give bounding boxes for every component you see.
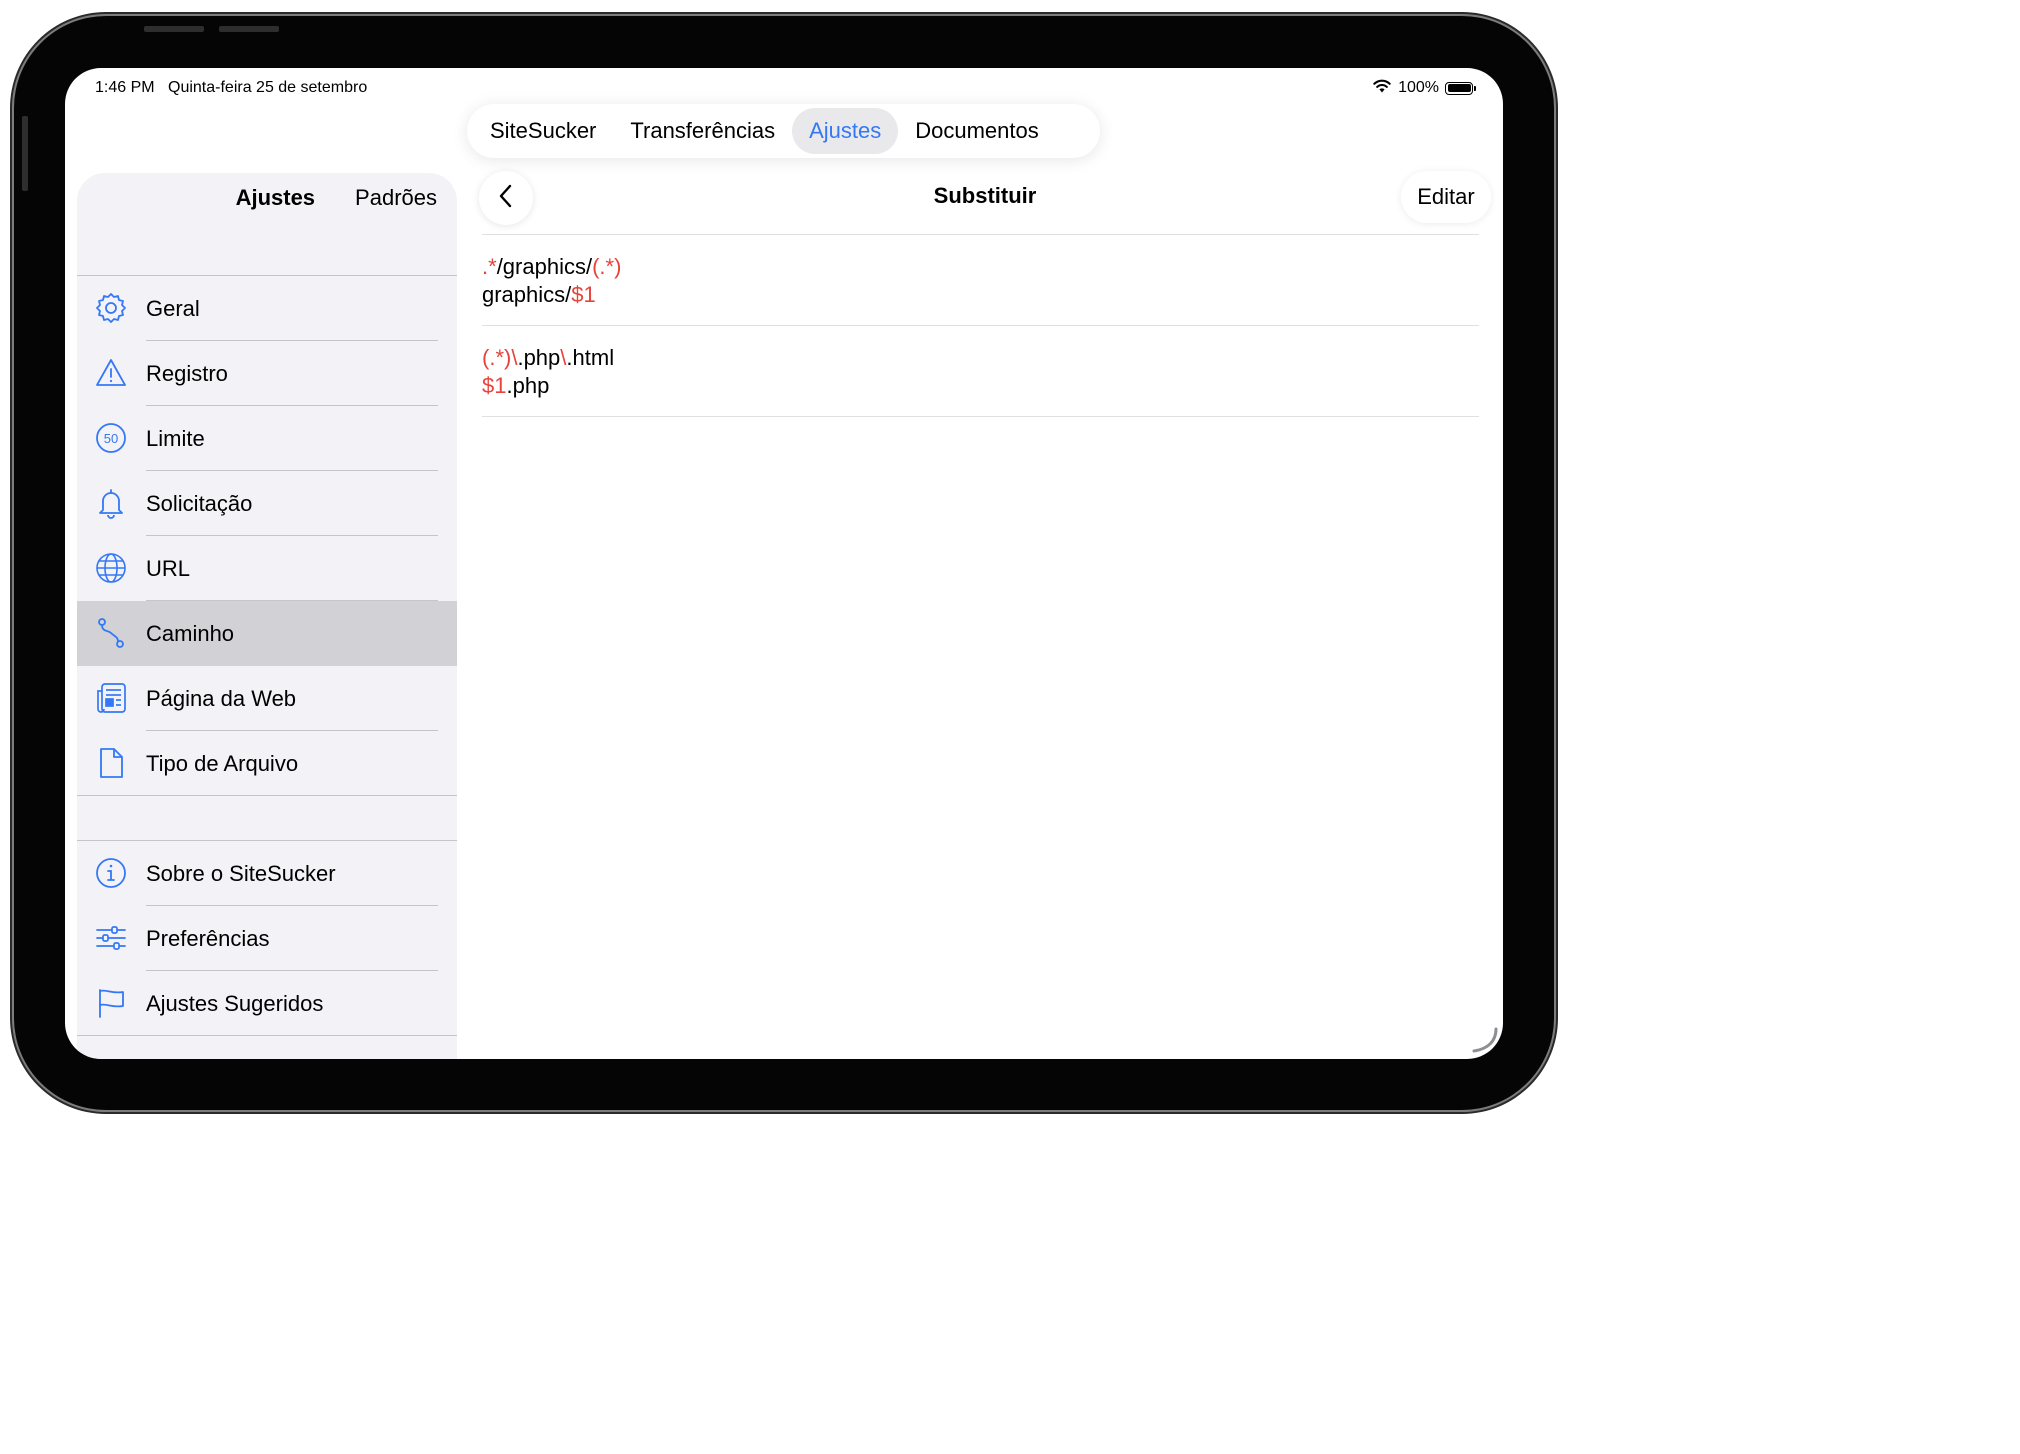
status-indicators: 100%: [1372, 78, 1476, 98]
limit-50-icon: 50: [94, 421, 128, 455]
sidebar-item-geral[interactable]: Geral: [77, 276, 457, 341]
rule-pattern: (.*)\.php\.html: [482, 345, 615, 370]
back-button[interactable]: [479, 171, 533, 225]
tab-transferencias[interactable]: Transferências: [613, 108, 792, 154]
globe-icon: [94, 551, 128, 585]
sidebar-item-label: Sobre o SiteSucker: [146, 860, 336, 886]
tab-bar: SiteSucker Transferências Ajustes Docume…: [467, 104, 1100, 158]
sidebar-item-label: Geral: [146, 295, 200, 321]
tab-ajustes[interactable]: Ajustes: [792, 108, 899, 154]
page-title: Substituir: [933, 183, 1037, 208]
wifi-icon: [1372, 78, 1392, 98]
flag-icon: [94, 986, 128, 1020]
sidebar-item-solicitacao[interactable]: Solicitação: [77, 471, 457, 536]
defaults-button[interactable]: Padrões: [355, 185, 437, 211]
bell-icon: [94, 486, 128, 520]
sidebar-item-label: URL: [146, 555, 191, 581]
sidebar-item-ajustes-sugeridos[interactable]: Ajustes Sugeridos: [77, 971, 457, 1036]
sidebar-item-sobre[interactable]: Sobre o SiteSucker: [77, 841, 457, 906]
sidebar-item-label: Limite: [146, 425, 205, 451]
status-date: Quinta-feira 25 de setembro: [168, 79, 368, 96]
tab-documentos[interactable]: Documentos: [898, 108, 1056, 154]
rule-replacement: $1.php: [482, 373, 550, 398]
battery-percent: 100%: [1398, 79, 1439, 96]
edit-button[interactable]: Editar: [1401, 171, 1491, 223]
status-time: 1:46 PM: [95, 79, 155, 96]
sidebar-item-limite[interactable]: 50 Limite: [77, 406, 457, 471]
warning-icon: [94, 356, 128, 390]
about-list: Sobre o SiteSucker Preferências Ajustes …: [77, 840, 457, 1036]
webpage-icon: [94, 681, 128, 715]
volume-button: [144, 26, 204, 32]
tab-sitesucker[interactable]: SiteSucker: [473, 108, 613, 154]
info-icon: [94, 856, 128, 890]
sidebar-item-caminho[interactable]: Caminho: [77, 601, 457, 666]
sidebar-item-label: Página da Web: [146, 685, 297, 711]
sidebar-item-label: Solicitação: [146, 490, 253, 516]
rule-replacement: graphics/$1: [482, 282, 596, 307]
path-icon: [94, 616, 128, 650]
list-item[interactable]: (.*)\.php\.html $1.php: [482, 344, 614, 400]
battery-icon: [1445, 81, 1476, 95]
sidebar-item-url[interactable]: URL: [77, 536, 457, 601]
sidebar-header: Ajustes Padrões: [236, 185, 437, 211]
rule-pattern: .*/graphics/(.*): [482, 254, 622, 279]
svg-text:50: 50: [104, 431, 118, 446]
settings-list: Geral Registro 50 Limite Solicitação URL…: [77, 275, 457, 796]
sidebar-item-pagina-da-web[interactable]: Página da Web: [77, 666, 457, 731]
file-icon: [94, 746, 128, 780]
sidebar-title: Ajustes: [235, 185, 316, 210]
sidebar-item-label: Registro: [146, 360, 228, 386]
sidebar: Ajustes Padrões Geral Registro 50 Limite…: [77, 173, 457, 1059]
chevron-left-icon: [497, 183, 515, 214]
sidebar-item-label: Tipo de Arquivo: [146, 750, 299, 776]
gear-icon: [94, 291, 128, 325]
divider: [482, 234, 1479, 235]
sidebar-item-tipo-de-arquivo[interactable]: Tipo de Arquivo: [77, 731, 457, 796]
list-item[interactable]: .*/graphics/(.*) graphics/$1: [482, 253, 621, 309]
corner-indicator-icon: [1472, 1027, 1498, 1053]
power-button: [22, 116, 28, 191]
sidebar-item-label: Preferências: [146, 925, 270, 951]
volume-button: [219, 26, 279, 32]
divider: [482, 416, 1479, 417]
divider: [482, 325, 1479, 326]
sidebar-item-preferencias[interactable]: Preferências: [77, 906, 457, 971]
sidebar-item-label: Ajustes Sugeridos: [146, 990, 324, 1016]
screen: 1:46 PM Quinta-feira 25 de setembro 100%…: [65, 68, 1503, 1059]
sidebar-item-registro[interactable]: Registro: [77, 341, 457, 406]
sliders-icon: [94, 921, 128, 955]
sidebar-item-label: Caminho: [146, 620, 235, 646]
